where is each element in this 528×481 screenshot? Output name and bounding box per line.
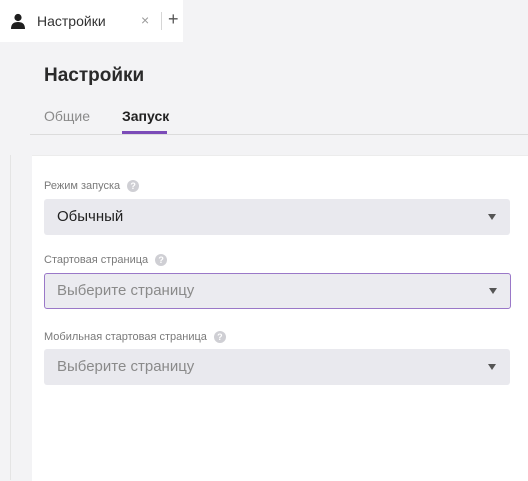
tab-general[interactable]: Общие: [44, 108, 90, 124]
mobile-start-page-label-text: Мобильная стартовая страница: [44, 331, 207, 343]
mobile-start-page-select[interactable]: Выберите страницу: [44, 349, 510, 385]
page-title: Настройки: [44, 65, 145, 86]
mobile-start-page-placeholder: Выберите страницу: [57, 358, 195, 375]
tab-divider: [161, 12, 162, 30]
start-page-label-text: Стартовая страница: [44, 254, 149, 266]
launch-mode-label-text: Режим запуска: [44, 180, 121, 192]
chevron-down-icon: [488, 364, 496, 370]
add-tab-button[interactable]: +: [168, 9, 179, 29]
tab-launch[interactable]: Запуск: [122, 108, 169, 124]
start-page-placeholder: Выберите страницу: [57, 282, 195, 299]
help-icon[interactable]: ?: [127, 180, 140, 192]
settings-card: Режим запуска ? Обычный Стартовая страни…: [32, 155, 528, 481]
tab-bar: Настройки × +: [0, 0, 528, 42]
close-icon[interactable]: ×: [141, 12, 149, 28]
tab-settings[interactable]: Настройки ×: [0, 0, 183, 42]
subtabs: Общие Запуск: [0, 98, 528, 136]
launch-mode-value: Обычный: [57, 208, 124, 225]
launch-mode-label: Режим запуска ?: [44, 180, 140, 192]
user-icon: [11, 13, 25, 29]
tabs-divider: [30, 134, 528, 135]
chevron-down-icon: [489, 288, 497, 294]
content-left-border: [10, 155, 11, 480]
tab-title: Настройки: [37, 13, 106, 29]
help-icon[interactable]: ?: [213, 331, 226, 343]
start-page-label: Стартовая страница ?: [44, 254, 168, 266]
start-page-select[interactable]: Выберите страницу: [44, 273, 511, 309]
mobile-start-page-label: Мобильная стартовая страница ?: [44, 331, 226, 343]
launch-mode-select[interactable]: Обычный: [44, 199, 510, 235]
help-icon[interactable]: ?: [155, 254, 168, 266]
chevron-down-icon: [488, 214, 496, 220]
